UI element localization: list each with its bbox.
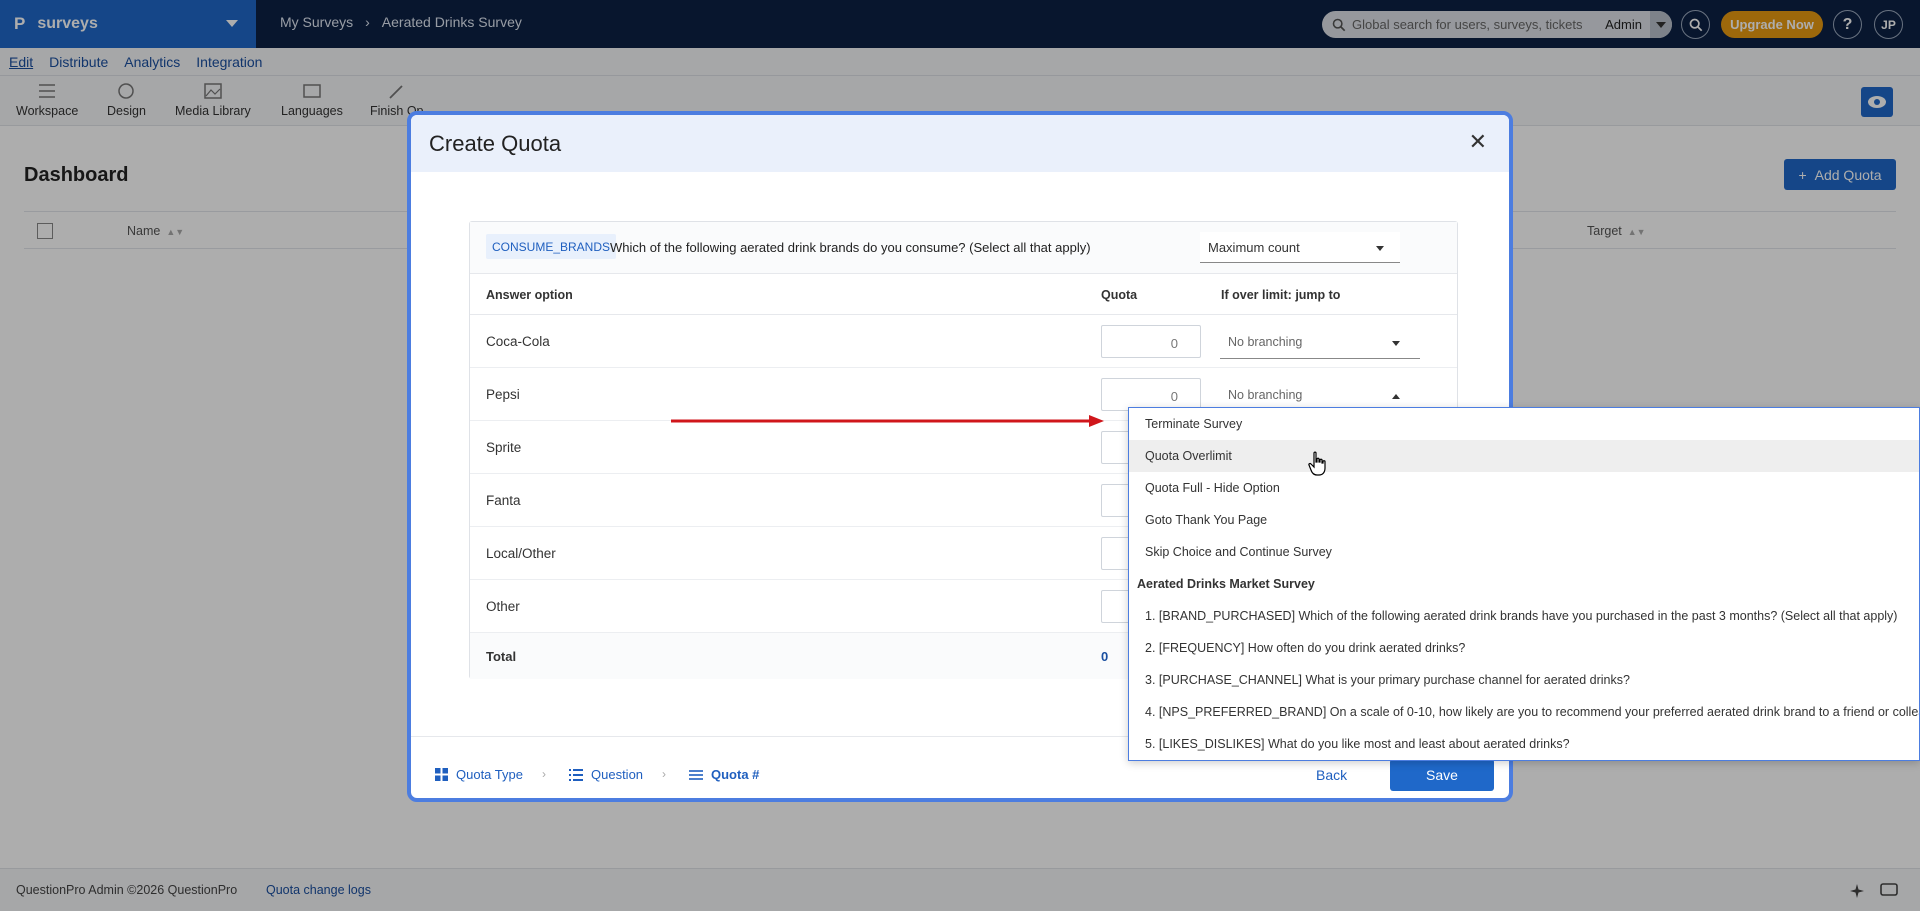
option-question[interactable]: 4. [NPS_PREFERRED_BRAND] On a scale of 0… <box>1129 696 1919 728</box>
answer-label: Other <box>486 599 520 614</box>
modal-title: Create Quota <box>429 131 562 156</box>
answer-label: Sprite <box>486 440 522 455</box>
chevron-right-icon: › <box>542 767 546 781</box>
back-button[interactable]: Back <box>1316 767 1347 783</box>
col-quota: Quota <box>1101 288 1138 302</box>
step-quota-number[interactable]: Quota # <box>689 767 759 782</box>
option-question[interactable]: 1. [BRAND_PURCHASED] Which of the follow… <box>1129 600 1919 632</box>
sliders-icon <box>689 769 703 780</box>
question-text: Which of the following aerated drink bra… <box>610 240 1091 255</box>
close-icon[interactable]: ✕ <box>1469 129 1487 155</box>
quota-input[interactable]: 0 <box>1101 325 1201 358</box>
save-button[interactable]: Save <box>1390 759 1494 791</box>
chevron-down-icon <box>1376 246 1384 251</box>
answer-table-header: Answer option Quota If over limit: jump … <box>470 274 1457 315</box>
answer-label: Coca-Cola <box>486 334 550 349</box>
step-question[interactable]: Question <box>569 767 643 782</box>
option-question[interactable]: 2. [FREQUENCY] How often do you drink ae… <box>1129 632 1919 664</box>
option-skip-choice[interactable]: Skip Choice and Continue Survey <box>1129 536 1919 568</box>
answer-label: Fanta <box>486 493 521 508</box>
option-goto-thank-you[interactable]: Goto Thank You Page <box>1129 504 1919 536</box>
option-question[interactable]: 5. [LIKES_DISLIKES] What do you like mos… <box>1129 728 1919 760</box>
chevron-down-icon <box>1392 341 1400 346</box>
answer-label: Local/Other <box>486 546 556 561</box>
col-answer-option: Answer option <box>486 288 573 302</box>
answer-label: Pepsi <box>486 387 520 402</box>
list-icon <box>569 768 583 781</box>
chevron-right-icon: › <box>662 767 666 781</box>
total-label: Total <box>486 649 517 664</box>
option-quota-full-hide[interactable]: Quota Full - Hide Option <box>1129 472 1919 504</box>
option-quota-overlimit[interactable]: Quota Overlimit <box>1129 440 1919 472</box>
branching-select[interactable]: No branching <box>1220 325 1420 359</box>
answer-row: Coca-Cola 0 No branching <box>470 315 1457 368</box>
modal-header: Create Quota ✕ <box>411 115 1509 172</box>
annotation-arrow <box>671 415 1104 427</box>
col-jump-to: If over limit: jump to <box>1221 288 1341 302</box>
branching-dropdown: Terminate Survey Quota Overlimit Quota F… <box>1128 407 1920 761</box>
chevron-up-icon <box>1392 394 1400 399</box>
option-question[interactable]: 3. [PURCHASE_CHANNEL] What is your prima… <box>1129 664 1919 696</box>
count-mode-select[interactable]: Maximum count <box>1200 232 1400 263</box>
question-header: CONSUME_BRANDS Which of the following ae… <box>470 222 1457 274</box>
hand-cursor-icon <box>1308 451 1326 476</box>
option-terminate-survey[interactable]: Terminate Survey <box>1129 408 1919 440</box>
option-group-label: Aerated Drinks Market Survey <box>1137 577 1315 591</box>
total-value: 0 <box>1101 649 1109 664</box>
step-quota-type[interactable]: Quota Type <box>435 767 523 782</box>
question-tag: CONSUME_BRANDS <box>486 234 617 259</box>
grid-icon <box>435 768 448 781</box>
